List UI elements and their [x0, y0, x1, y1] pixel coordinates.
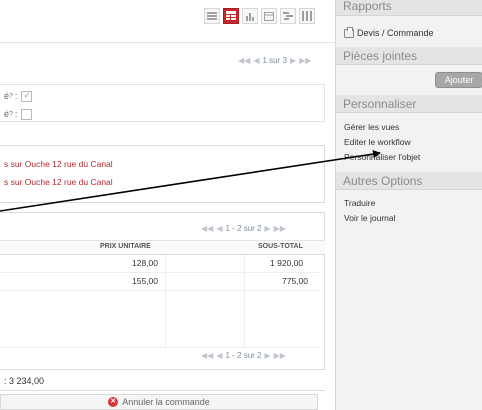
prev-page-icon[interactable]: ◀ [216, 351, 222, 360]
sidebar: Rapports Devis / Commande Pièces jointes… [335, 0, 482, 410]
record-pager: ◀◀ ◀ 1 sur 3 ▶ ▶▶ [238, 56, 311, 65]
report-devis-label: Devis / Commande [357, 28, 434, 38]
checkbox-unchecked[interactable] [21, 108, 33, 120]
list-view-button[interactable] [204, 8, 220, 24]
cell-unit-price[interactable]: 155,00 [132, 276, 158, 286]
first-page-icon[interactable]: ◀◀ [201, 351, 213, 360]
first-page-icon[interactable]: ◀◀ [201, 224, 213, 233]
row-divider [0, 347, 320, 348]
printer-icon [344, 26, 354, 38]
address-panel [0, 145, 325, 203]
column-divider [244, 255, 245, 347]
last-page-icon[interactable]: ▶▶ [299, 56, 311, 65]
calendar-view-button[interactable] [261, 8, 277, 24]
record-pager-text: 1 sur 3 [262, 56, 287, 65]
sidebar-link-view-log[interactable]: Voir le journal [344, 213, 396, 223]
address-line-2: s sur Ouche 12 rue du Canal [4, 177, 113, 187]
column-header-subtotal[interactable]: SOUS-TOTAL [258, 243, 303, 250]
help-marker: ? [9, 110, 13, 118]
cell-subtotal[interactable]: 1 920,00 [270, 258, 303, 268]
graph-view-button[interactable] [242, 8, 258, 24]
form-icon [226, 11, 236, 20]
cell-subtotal[interactable]: 775,00 [282, 276, 308, 286]
cell-unit-price[interactable]: 128,00 [132, 258, 158, 268]
last-page-icon[interactable]: ▶▶ [274, 351, 286, 360]
cancel-icon: ✕ [108, 397, 119, 407]
checkbox-checked[interactable] [21, 90, 33, 102]
column-divider [165, 255, 166, 347]
cancel-order-button[interactable]: ✕ Annuler la commande [0, 394, 318, 410]
add-attachment-button[interactable]: Ajouter [435, 72, 482, 88]
gantt-view-button[interactable] [280, 8, 296, 24]
field-row-2: é ? : [0, 104, 325, 124]
column-header-unit-price[interactable]: PRIX UNITAIRE [100, 243, 151, 250]
lines-pager-text: 1 - 2 sur 2 [225, 224, 262, 233]
next-page-icon[interactable]: ▶ [264, 224, 270, 233]
sidebar-link-customize-object[interactable]: Personnaliser l'objet [344, 152, 420, 162]
sidebar-link-manage-views[interactable]: Gérer les vues [344, 122, 399, 132]
columns-icon [302, 11, 312, 21]
first-page-icon[interactable]: ◀◀ [238, 56, 250, 65]
total-amount: : 3 234,00 [4, 376, 45, 386]
row-divider [0, 290, 320, 291]
cancel-order-label: Annuler la commande [122, 397, 210, 407]
lines-footer-pager-text: 1 - 2 sur 2 [225, 351, 262, 360]
calendar-icon [264, 12, 274, 21]
address-line-1: s sur Ouche 12 rue du Canal [4, 159, 113, 169]
sidebar-header-attachments: Pièces jointes [336, 47, 482, 65]
next-page-icon[interactable]: ▶ [264, 351, 270, 360]
gantt-icon [283, 12, 293, 20]
total-divider [0, 390, 325, 391]
header-divider [0, 42, 335, 43]
sidebar-header-customize: Personnaliser [336, 95, 482, 113]
prev-page-icon[interactable]: ◀ [253, 56, 259, 65]
help-marker: ? [9, 92, 13, 100]
next-page-icon[interactable]: ▶ [290, 56, 296, 65]
view-switcher [204, 8, 315, 24]
report-devis-link[interactable]: Devis / Commande [344, 26, 434, 38]
list-icon [207, 12, 217, 20]
sidebar-header-other-options: Autres Options [336, 172, 482, 190]
lines-pager: ◀◀ ◀ 1 - 2 sur 2 ▶ ▶▶ [201, 224, 286, 233]
form-view-button[interactable] [223, 8, 239, 24]
main-content: ◀◀ ◀ 1 sur 3 ▶ ▶▶ é ? : é ? : s sur Ouch… [0, 0, 335, 410]
sidebar-link-edit-workflow[interactable]: Editer le workflow [344, 137, 411, 147]
row-divider [0, 272, 320, 273]
kanban-view-button[interactable] [299, 8, 315, 24]
prev-page-icon[interactable]: ◀ [216, 224, 222, 233]
sidebar-header-reports: Rapports [336, 0, 482, 16]
field-row-1: é ? : [0, 86, 325, 106]
bar-chart-icon [246, 13, 254, 21]
last-page-icon[interactable]: ▶▶ [274, 224, 286, 233]
lines-footer-pager: ◀◀ ◀ 1 - 2 sur 2 ▶ ▶▶ [201, 351, 286, 360]
sidebar-link-translate[interactable]: Traduire [344, 198, 375, 208]
